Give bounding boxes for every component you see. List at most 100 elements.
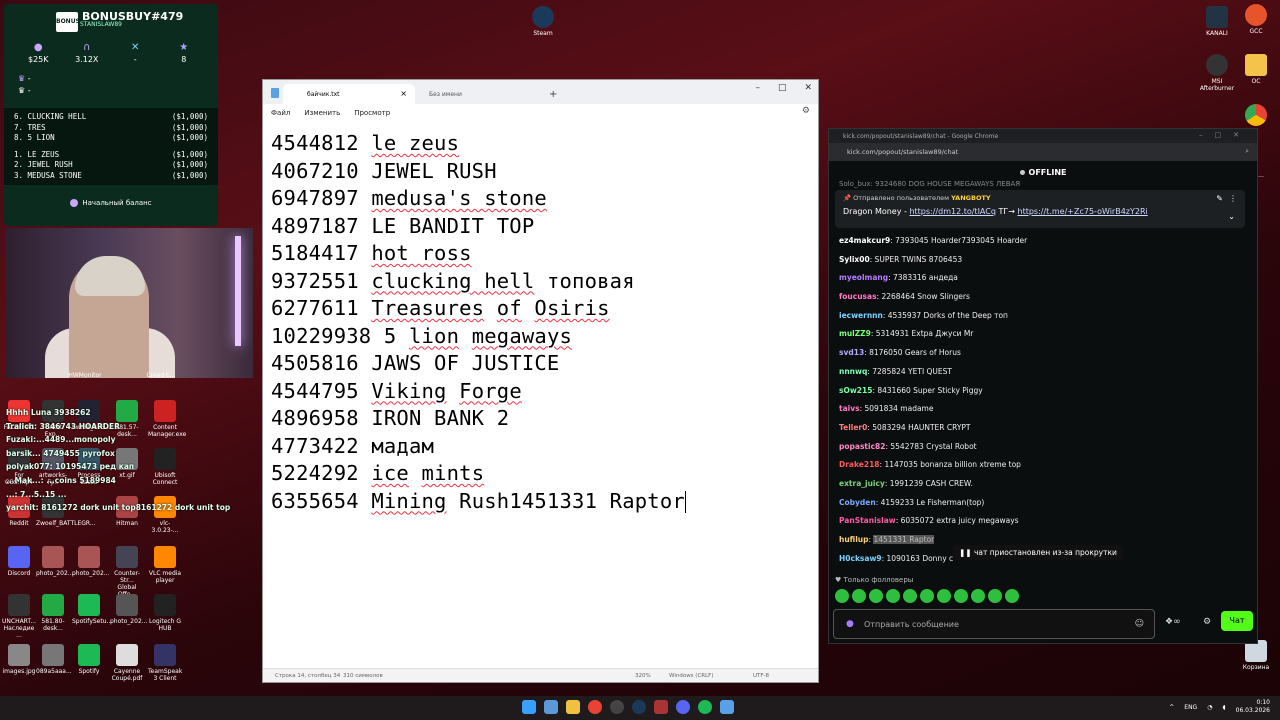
desktop-icon-recycle-bin[interactable]: Корзина [1233,640,1279,671]
new-tab-icon[interactable]: + [549,89,557,100]
desktop-icon[interactable]: VLC media player [148,546,182,584]
gallery-icon[interactable] [544,700,558,714]
emoji-icon[interactable]: ☺ [1135,619,1144,629]
mic-icon[interactable]: ● [846,619,854,629]
desktop-icon[interactable]: Counter-Str... Global Offe... [110,546,144,598]
menu-edit[interactable]: Изменить [304,109,340,117]
settings-icon[interactable]: ⚙ [1203,617,1211,627]
unpin-icon[interactable]: ✎ [1216,194,1223,203]
emote-icon[interactable] [937,589,951,603]
maximize-icon[interactable]: □ [778,83,787,93]
chat-message[interactable]: myeolmang: 7383316 андеда [839,273,1249,292]
desktop-icon-gcc[interactable]: GCC [1233,4,1279,35]
emote-icon[interactable] [835,589,849,603]
window-controls[interactable]: –□✕ [1199,131,1251,139]
emote-icon[interactable] [971,589,985,603]
emote-icon[interactable] [869,589,883,603]
language-indicator[interactable]: ENG [1184,704,1197,711]
desktop-icon[interactable]: Logitech G HUB [148,594,182,632]
chat-input[interactable]: ● Отправить сообщение ☺ [833,609,1155,639]
spotify-icon[interactable] [698,700,712,714]
emote-icon[interactable] [988,589,1002,603]
desktop-icon[interactable]: photo_202... [110,594,147,625]
chat-message[interactable]: nnnwq: 7285824 YETI QUEST [839,367,1249,386]
chat-paused-notice[interactable]: ❚❚ чат приостановлен из-за прокрутки [953,545,1123,560]
desktop-icon[interactable]: 089a5aaa... [36,644,72,675]
desktop-icon[interactable]: photo_202... [72,546,109,577]
desktop-icon[interactable]: Discord [2,546,36,577]
chat-message[interactable]: Cobyden: 4159233 Le Fisherman(top) [839,498,1249,517]
explorer-icon[interactable] [566,700,580,714]
notepad-icon[interactable] [720,700,734,714]
chat-message[interactable]: sOw215: 8431660 Super Sticky Piggy [839,386,1249,405]
chrome-chat-window[interactable]: kick.com/popout/stanislaw89/chat - Googl… [828,128,1258,644]
notepad-titlebar[interactable]: байчик.txt × Без имени + – □ ✕ [263,80,818,104]
app-icon [116,594,138,616]
desktop-icon[interactable]: UNCHART... Наследие ... [2,594,36,639]
desktop-icon[interactable]: HWMonitor [68,372,102,379]
chat-message[interactable]: ez4makcur9: 7393045 Hoarder7393045 Hoard… [839,236,1249,255]
chat-message[interactable]: iecwernnn: 4535937 Dorks of the Deep топ [839,311,1249,330]
pinned-link-1[interactable]: https://dm12.to/tIACq [909,207,996,216]
discord-icon[interactable] [676,700,690,714]
chevron-down-icon[interactable]: ⌄ [1228,212,1235,221]
desktop-icon[interactable]: SpotifySetu... [72,594,112,625]
emote-icon[interactable] [852,589,866,603]
steam-icon[interactable] [632,700,646,714]
desktop-icon-chrome[interactable] [1233,104,1279,128]
chat-message[interactable]: svd13: 8176050 Gears of Horus [839,348,1249,367]
desktop-icon[interactable]: photo_202... [36,546,73,577]
desktop-icon[interactable]: 581.80-desk... [36,594,70,632]
send-chat-button[interactable]: Чат [1221,611,1253,631]
tab-active[interactable]: байчик.txt × [283,84,415,104]
menu-file[interactable]: Файл [271,109,290,117]
more-icon[interactable]: ⋮ [1229,194,1237,203]
volume-icon[interactable]: ◖ [1222,704,1225,711]
menu-view[interactable]: Просмотр [354,109,390,117]
clock[interactable]: 0:10 06.03.2026 [1236,699,1270,715]
overlay-chat-line: barsik... 4749455 pyrofox [6,448,115,458]
chat-message[interactable]: Sylix00: SUPER TWINS 8706453 [839,255,1249,274]
list-item: 7. TRES ($1,000) [14,122,208,132]
desktop-icon[interactable]: Cayenne Coupé.pdf [110,644,144,682]
desktop-icon-oc[interactable]: OC [1233,54,1279,85]
desktop-icon[interactable]: images.jpg [2,644,36,675]
close-tab-icon[interactable]: × [400,89,407,98]
pinned-link-2[interactable]: https://t.me/+Zc75-oWirB4zY2Ri [1018,207,1148,216]
start-icon[interactable] [522,700,536,714]
zoom-icon[interactable]: ⌕ [1245,147,1249,156]
wifi-icon[interactable]: ◔ [1207,704,1212,711]
chat-message[interactable]: Teller0: 5083294 HAUNTER CRYPT [839,423,1249,442]
emote-icon[interactable] [903,589,917,603]
chat-message[interactable]: foucusas: 2268464 Snow Slingers [839,292,1249,311]
minimize-icon[interactable]: – [755,83,760,93]
text-line: 4544795 Viking Forge [271,378,522,403]
app-icon[interactable] [654,700,668,714]
desktop-icon[interactable]: Spotify [72,644,106,675]
emote-icon[interactable] [1005,589,1019,603]
chat-message[interactable]: mulZZ9: 5314931 Extpa Джуси Mr [839,329,1249,348]
chat-message[interactable]: extra_juicy: 1991239 CASH CREW. [839,479,1249,498]
emote-icon[interactable] [886,589,900,603]
chrome-icon[interactable] [588,700,602,714]
chat-message[interactable]: PanStanislaw: 6035072 extra juicy megawa… [839,516,1249,535]
gear-icon[interactable]: ⚙ [802,106,810,116]
notepad-text-area[interactable]: 4544812 le zeus 4067210 JEWEL RUSH 6947897… [263,122,818,515]
chat-message[interactable]: Drake218: 1147035 bonanza billion xtreme… [839,460,1249,479]
notepad-window[interactable]: байчик.txt × Без имени + – □ ✕ Файл Изме… [262,79,819,683]
chat-message[interactable]: taivs: 5091834 madame [839,404,1249,423]
tab-untitled[interactable]: Без имени [415,84,547,104]
chrome-titlebar[interactable]: kick.com/popout/stanislaw89/chat - Googl… [829,129,1257,143]
chat-message[interactable]: popastic82: 5542783 Crystal Robot [839,442,1249,461]
emote-icon[interactable] [920,589,934,603]
address-bar[interactable]: kick.com/popout/stanislaw89/chat ⌕ [829,143,1257,161]
emote-icon[interactable] [954,589,968,603]
tray-chevron-icon[interactable]: ^ [1169,704,1174,711]
desktop-icon[interactable]: TeamSpeak 3 Client [148,644,182,682]
desktop-icon-steam[interactable]: Steam [520,6,566,37]
close-icon[interactable]: ✕ [804,83,812,93]
desktop-icon[interactable]: Creed E... [144,372,178,379]
text-line: 9372551 clucking hell топовая [271,268,635,293]
points-icon[interactable]: ❖∞ [1165,617,1181,627]
obs-icon[interactable] [610,700,624,714]
